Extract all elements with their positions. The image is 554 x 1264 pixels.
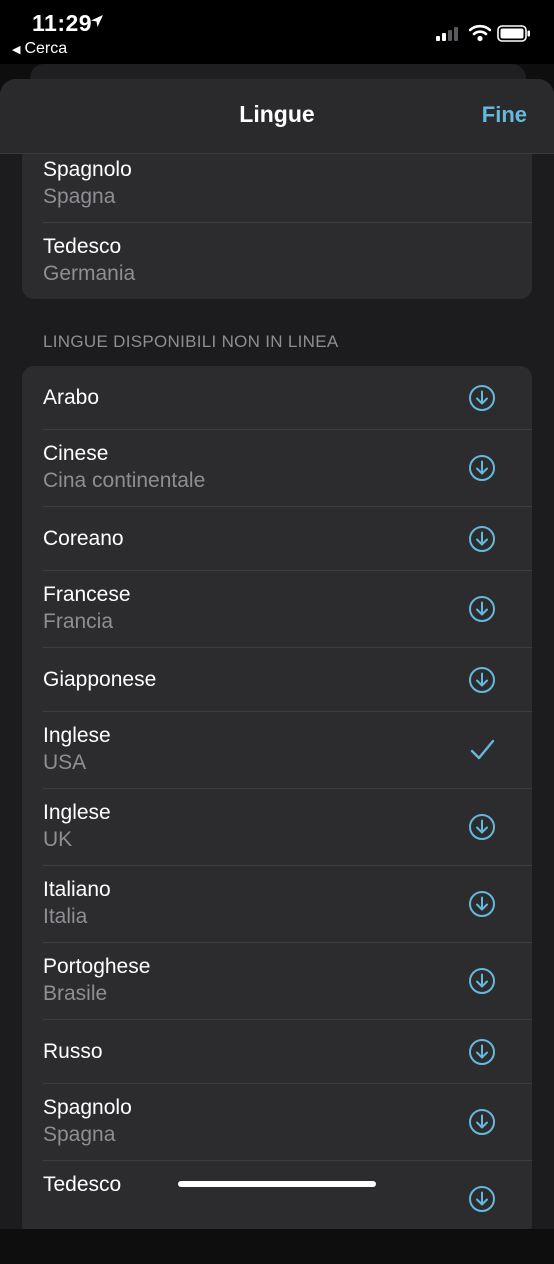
list-item-cinese[interactable]: Cinese Cina continentale	[43, 430, 532, 507]
language-region: Italia	[43, 905, 88, 928]
download-icon[interactable]	[468, 967, 496, 995]
language-name: Coreano	[43, 527, 124, 550]
language-name: Arabo	[43, 386, 100, 409]
language-name: Inglese	[43, 724, 111, 747]
available-languages-group: Arabo Cinese Cina continentale Coreano F…	[22, 366, 532, 1229]
battery-icon	[497, 25, 530, 42]
cellular-signal-icon	[436, 27, 462, 41]
download-icon[interactable]	[468, 1185, 496, 1213]
status-time: 11:29	[32, 10, 93, 36]
list-item-installed-1[interactable]: Tedesco Germania	[43, 223, 532, 299]
sheet-header: Lingue Fine	[0, 79, 554, 154]
status-bar: 11:29 ◀ Cerca	[0, 0, 554, 64]
language-name: Francese	[43, 583, 131, 606]
language-region: Germania	[43, 262, 136, 285]
language-name: Giapponese	[43, 668, 157, 691]
sheet-title: Lingue	[239, 101, 315, 127]
list-item-giapponese[interactable]: Giapponese	[43, 648, 532, 712]
list-item-spagnolo[interactable]: Spagnolo Spagna	[43, 1084, 532, 1161]
location-arrow-icon	[91, 15, 103, 27]
language-region: Brasile	[43, 982, 108, 1005]
download-icon[interactable]	[468, 1038, 496, 1066]
download-icon[interactable]	[468, 666, 496, 694]
wifi-icon	[469, 24, 491, 42]
language-region: Spagna	[43, 185, 116, 208]
language-region: Francia	[43, 610, 114, 633]
language-name: Inglese	[43, 801, 111, 824]
back-link-label: Cerca	[24, 40, 68, 57]
language-name: Tedesco	[43, 235, 122, 258]
language-name: Italiano	[43, 878, 111, 901]
list-item-francese[interactable]: Francese Francia	[43, 571, 532, 648]
language-region: UK	[43, 828, 73, 851]
list-item-inglese-uk[interactable]: Inglese UK	[43, 789, 532, 866]
language-name: Spagnolo	[43, 158, 132, 181]
download-icon[interactable]	[468, 890, 496, 918]
list-item-inglese-usa[interactable]: Inglese USA	[43, 712, 532, 789]
list-item-portoghese[interactable]: Portoghese Brasile	[43, 943, 532, 1020]
language-region: Cina continentale	[43, 469, 206, 492]
list-item-italiano[interactable]: Italiano Italia	[43, 866, 532, 943]
download-icon[interactable]	[468, 595, 496, 623]
back-triangle-icon: ◀	[12, 44, 21, 56]
download-icon[interactable]	[468, 384, 496, 412]
download-icon[interactable]	[468, 454, 496, 482]
language-name: Tedesco	[43, 1173, 122, 1196]
download-icon[interactable]	[468, 813, 496, 841]
language-name: Spagnolo	[43, 1096, 132, 1119]
language-name: Russo	[43, 1040, 103, 1063]
done-button[interactable]: Fine	[482, 102, 527, 128]
list-item-arabo[interactable]: Arabo	[43, 366, 532, 430]
list-item-coreano[interactable]: Coreano	[43, 507, 532, 571]
section-header-available: LINGUE DISPONIBILI NON IN LINEA	[43, 332, 339, 351]
list-item-russo[interactable]: Russo	[43, 1020, 532, 1084]
home-indicator[interactable]	[178, 1181, 376, 1187]
language-name: Cinese	[43, 442, 109, 465]
download-icon[interactable]	[468, 525, 496, 553]
checkmark-icon	[470, 739, 495, 760]
back-to-search-link[interactable]: ◀ Cerca	[12, 40, 67, 58]
language-region: USA	[43, 751, 87, 774]
list-item-installed-0[interactable]: Spagnolo Spagna	[43, 146, 532, 223]
list-item-tedesco[interactable]: Tedesco	[43, 1161, 532, 1229]
language-name: Portoghese	[43, 955, 151, 978]
languages-sheet: Lingue Fine Spagnolo Spagna Tedesco Germ…	[0, 79, 554, 1229]
download-icon[interactable]	[468, 1108, 496, 1136]
language-region: Spagna	[43, 1123, 116, 1146]
